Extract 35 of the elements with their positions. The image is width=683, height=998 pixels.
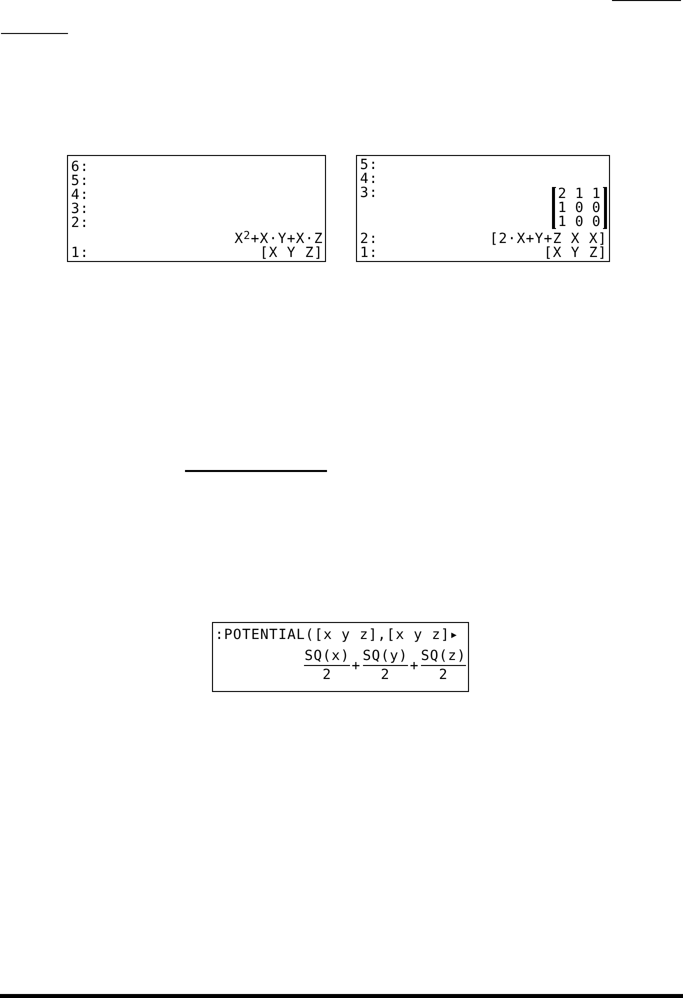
stack-entry: [X Y Z] bbox=[544, 246, 607, 260]
fraction-numerator: SQ(z) bbox=[420, 650, 466, 663]
matrix-entry: 0 bbox=[592, 215, 601, 229]
stack-level-label: 2: bbox=[360, 232, 378, 246]
bracket-icon bbox=[552, 187, 556, 229]
stack-level-label: 4: bbox=[71, 188, 90, 202]
stack-level-label: 3: bbox=[71, 202, 90, 216]
stack-level-label: 4: bbox=[360, 172, 378, 186]
fraction-denominator: 2 bbox=[380, 669, 390, 682]
stack-level-label: 1: bbox=[71, 246, 90, 260]
stack-level-label: 6: bbox=[71, 160, 90, 174]
stack-level-label: 3: bbox=[360, 186, 378, 200]
bracket-icon bbox=[603, 187, 607, 229]
matrix-entry: 1 bbox=[558, 215, 567, 229]
matrix-entry: 2 bbox=[558, 187, 567, 201]
stack-entry: X$^{2}$+X·Y+X·Z bbox=[234, 230, 323, 246]
stack-entry: [X Y Z] bbox=[260, 246, 323, 260]
stack-level-label: 1: bbox=[360, 246, 378, 260]
matrix-entry: 1 bbox=[592, 187, 601, 201]
plus-sign: + bbox=[410, 660, 419, 672]
stack-level-label: 5: bbox=[360, 158, 378, 172]
matrix-entry: 1 bbox=[574, 187, 584, 201]
matrix-entry: 1 bbox=[558, 201, 567, 215]
stack-entry: [2·X+Y+Z X X] bbox=[490, 232, 607, 246]
matrix-entry: 0 bbox=[574, 201, 584, 215]
matrix-entry: 0 bbox=[592, 201, 601, 215]
stack-level-label: 2: bbox=[71, 216, 90, 230]
fraction-numerator: SQ(y) bbox=[362, 650, 408, 663]
fraction-denominator: 2 bbox=[438, 669, 448, 682]
command-line: :POTENTIAL([x y z],[x y z]▸ bbox=[215, 629, 460, 642]
fraction-numerator: SQ(x) bbox=[304, 650, 350, 663]
stack-level-label: 5: bbox=[71, 174, 90, 188]
plus-sign: + bbox=[352, 660, 361, 672]
fraction-denominator: 2 bbox=[322, 669, 332, 682]
matrix-entry: 0 bbox=[574, 215, 584, 229]
